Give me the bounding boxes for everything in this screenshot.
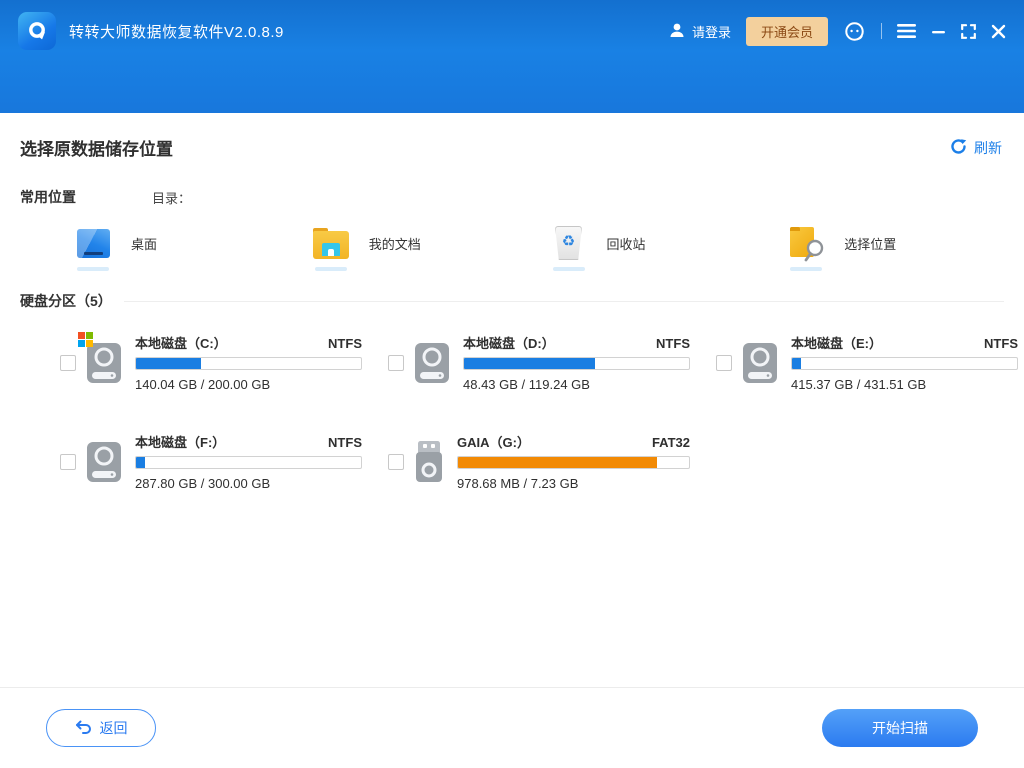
- drive-name: 本地磁盘（C:）: [135, 336, 227, 351]
- refresh-label: 刷新: [974, 139, 1002, 156]
- drive-filesystem: NTFS: [984, 336, 1018, 351]
- drive-card-d[interactable]: 本地磁盘（D:） NTFS 48.43 GB / 119.24 GB: [388, 333, 690, 392]
- location-item-recycle-bin[interactable]: ♻ 回收站: [549, 223, 787, 271]
- drive-usage-text: 415.37 GB / 431.51 GB: [791, 377, 927, 392]
- common-locations-row: 桌面 我的文档 ♻ 回收站 选择位置: [0, 223, 1024, 271]
- drive-filesystem: NTFS: [328, 336, 362, 351]
- header-divider: [881, 23, 882, 39]
- location-item-documents[interactable]: 我的文档: [311, 223, 549, 271]
- drive-usage-bar: [791, 357, 1018, 370]
- maximize-icon[interactable]: [961, 23, 976, 39]
- drive-usage-bar: [135, 456, 362, 469]
- refresh-icon: [950, 138, 967, 158]
- drive-name: GAIA（G:）: [457, 435, 530, 450]
- drive-card-g[interactable]: GAIA（G:） FAT32 978.68 MB / 7.23 GB: [388, 432, 690, 491]
- drive-usage-bar: [457, 456, 690, 469]
- recycle-bin-icon: ♻: [549, 223, 589, 271]
- drive-usage-bar-fill: [458, 457, 657, 468]
- section-divider: [123, 300, 1004, 302]
- drive-checkbox[interactable]: [388, 453, 404, 470]
- drive-usage-bar-fill: [136, 358, 202, 369]
- vip-membership-button[interactable]: 开通会员: [745, 16, 828, 46]
- refresh-button[interactable]: 刷新: [950, 138, 1002, 158]
- menu-icon[interactable]: [897, 23, 916, 39]
- drive-filesystem: FAT32: [651, 435, 690, 450]
- back-button[interactable]: 返回: [46, 709, 156, 747]
- location-item-select-location[interactable]: 选择位置: [786, 223, 1024, 271]
- drive-name: 本地磁盘（D:）: [463, 336, 555, 351]
- drive-filesystem: NTFS: [656, 336, 690, 351]
- documents-folder-icon: [311, 223, 351, 271]
- drive-card-e[interactable]: 本地磁盘（E:） NTFS 415.37 GB / 431.51 GB: [716, 333, 1018, 392]
- drive-card-c[interactable]: 本地磁盘（C:） NTFS 140.04 GB / 200.00 GB: [60, 331, 362, 392]
- drive-name: 本地磁盘（E:）: [791, 336, 883, 351]
- drive-checkbox[interactable]: [60, 453, 76, 470]
- drive-usage-bar: [463, 357, 690, 370]
- hdd-icon: [78, 331, 122, 385]
- close-icon[interactable]: [991, 24, 1006, 39]
- usb-drive-icon: [414, 440, 444, 484]
- drive-checkbox[interactable]: [60, 354, 76, 371]
- drive-usage-bar: [135, 357, 362, 370]
- drive-usage-text: 287.80 GB / 300.00 GB: [135, 476, 271, 491]
- footer-bar: 返回 开始扫描: [0, 687, 1024, 768]
- partitions-section-label: 硬盘分区（5）: [20, 293, 112, 309]
- drive-usage-bar-fill: [792, 358, 801, 369]
- location-item-desktop[interactable]: 桌面: [73, 223, 311, 271]
- minimize-icon[interactable]: [931, 24, 946, 39]
- user-icon: [668, 21, 686, 42]
- hdd-icon: [742, 341, 778, 385]
- login-label: 请登录: [691, 24, 731, 40]
- common-locations-label: 常用位置: [20, 189, 76, 205]
- desktop-icon: [73, 223, 113, 271]
- drive-usage-text: 48.43 GB / 119.24 GB: [463, 377, 590, 392]
- page-title: 选择原数据储存位置: [20, 140, 173, 159]
- drive-usage-text: 140.04 GB / 200.00 GB: [135, 377, 271, 392]
- select-location-icon: [786, 223, 826, 271]
- drive-name: 本地磁盘（F:）: [135, 435, 226, 450]
- drive-checkbox[interactable]: [388, 354, 404, 371]
- drive-usage-bar-fill: [136, 457, 145, 468]
- undo-arrow-icon: [75, 720, 92, 737]
- app-logo-icon: [18, 12, 56, 50]
- login-button[interactable]: 请登录: [668, 21, 731, 42]
- drive-card-f[interactable]: 本地磁盘（F:） NTFS 287.80 GB / 300.00 GB: [60, 432, 362, 491]
- directory-label: 目录：: [152, 190, 192, 206]
- title-bar: 转转大师数据恢复软件V2.0.8.9 请登录 开通会员: [0, 0, 1024, 113]
- drive-filesystem: NTFS: [328, 435, 362, 450]
- drive-checkbox[interactable]: [716, 354, 732, 371]
- drive-grid: 本地磁盘（C:） NTFS 140.04 GB / 200.00 GB 本地磁盘…: [0, 331, 1024, 491]
- start-scan-button[interactable]: 开始扫描: [822, 709, 978, 747]
- windows-logo-icon: [78, 331, 93, 347]
- drive-usage-text: 978.68 MB / 7.23 GB: [457, 476, 579, 491]
- customer-service-icon[interactable]: [843, 20, 866, 43]
- window-title: 转转大师数据恢复软件V2.0.8.9: [69, 23, 284, 41]
- drive-usage-bar-fill: [464, 358, 595, 369]
- hdd-icon: [414, 341, 450, 385]
- hdd-icon: [86, 440, 122, 484]
